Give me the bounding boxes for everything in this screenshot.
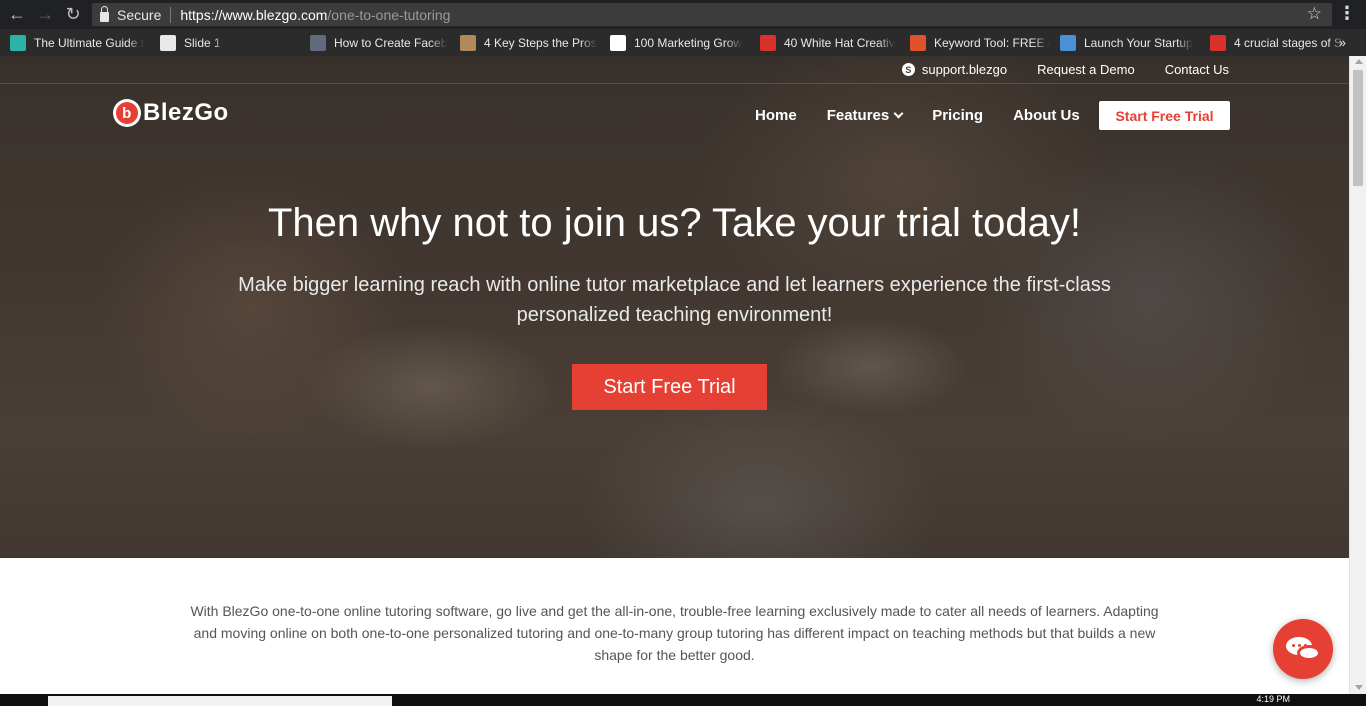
blezgo-logo[interactable]: b BlezGo (113, 99, 229, 127)
nav-features-label: Features (826, 107, 890, 124)
scroll-up-icon[interactable] (1355, 59, 1363, 64)
nav-home[interactable]: Home (755, 107, 797, 124)
back-icon[interactable]: ← (6, 4, 28, 26)
hero-subtitle: Make bigger learning reach with online t… (238, 274, 1111, 326)
bookmark-label: The Ultimate Guide t (34, 35, 145, 50)
bookmark-star-icon[interactable]: ☆ (1307, 4, 1322, 24)
bookmark-item[interactable]: Launch Your Startup (1060, 34, 1200, 51)
bookmark-item[interactable]: 4 crucial stages of St (1210, 34, 1350, 51)
support-skype-link[interactable]: S support.blezgo (901, 62, 1008, 77)
intro-section: With BlezGo one-to-one online tutoring s… (0, 558, 1349, 698)
hero-section: S support.blezgo Request a Demo Contact … (0, 56, 1349, 558)
bookmark-item[interactable]: 100 Marketing Grow (610, 34, 750, 51)
browser-menu-icon[interactable]: ⋮ (1338, 3, 1356, 24)
bookmark-item[interactable]: Slide 1 (160, 34, 300, 51)
address-bar[interactable]: Secure https://www.blezgo.com/one-to-one… (92, 3, 1332, 26)
browser-toolbar: ← → ↻ Secure https://www.blezgo.com/one-… (0, 0, 1366, 29)
nav-pricing[interactable]: Pricing (932, 107, 983, 124)
avatar-icon (460, 34, 476, 51)
request-demo-link[interactable]: Request a Demo (1037, 62, 1135, 77)
bookmark-label: 100 Marketing Grow (634, 35, 743, 50)
infinity-icon (1210, 34, 1226, 51)
bookmark-label: Launch Your Startup (1084, 35, 1193, 50)
bookmark-item[interactable]: How to Create Faceb (310, 34, 450, 51)
scroll-thumb[interactable] (1353, 70, 1363, 186)
chevron-down-icon (893, 108, 904, 119)
bookmark-item[interactable]: The Ultimate Guide t (10, 34, 150, 51)
n-icon (760, 34, 776, 51)
bookmark-item[interactable]: 40 White Hat Creativ (760, 34, 900, 51)
logo-mark-icon: b (113, 99, 141, 127)
bookmarks-overflow-icon[interactable]: » (1339, 35, 1346, 50)
bookmark-item[interactable]: 4 Key Steps the Pros (460, 34, 600, 51)
bookmark-label: 4 crucial stages of St (1234, 35, 1346, 50)
live-chat-button[interactable] (1273, 619, 1333, 679)
chat-bubble-secondary-icon (1297, 645, 1321, 661)
contact-us-link[interactable]: Contact Us (1165, 62, 1229, 77)
address-divider (170, 6, 172, 23)
image-icon (1060, 34, 1076, 51)
bookmark-label: 4 Key Steps the Pros (484, 35, 597, 50)
bookmark-label: Keyword Tool: FREE A (934, 35, 1050, 50)
url-host: https://www.blezgo.com (180, 6, 328, 23)
reload-icon[interactable]: ↻ (62, 4, 84, 26)
skype-icon: S (901, 63, 915, 76)
os-taskbar: 4:19 PM (0, 694, 1366, 706)
lock-icon (100, 5, 109, 22)
stack-icon (10, 34, 26, 51)
chat-dots-icon (1292, 644, 1307, 647)
bookmark-item[interactable]: Keyword Tool: FREE A (910, 34, 1050, 51)
page-scrollbar[interactable] (1349, 56, 1366, 694)
bookmark-label: Slide 1 (184, 35, 221, 50)
secure-label: Secure (117, 6, 162, 23)
forward-icon[interactable]: → (34, 4, 56, 26)
logo-text: BlezGo (143, 99, 229, 126)
document-icon (160, 34, 176, 51)
taskbar-clock: 4:19 PM (1256, 694, 1290, 704)
layers-icon (310, 34, 326, 51)
scroll-down-icon[interactable] (1355, 685, 1363, 690)
panda-icon (610, 34, 626, 51)
nav-start-free-trial-button[interactable]: Start Free Trial (1099, 101, 1230, 130)
main-nav: Home Features Pricing About Us (755, 107, 1110, 124)
nav-about-us[interactable]: About Us (1013, 107, 1080, 124)
intro-paragraph: With BlezGo one-to-one online tutoring s… (190, 603, 1159, 663)
k-icon (910, 34, 926, 51)
taskbar-search-box[interactable] (48, 696, 392, 706)
bookmark-label: 40 White Hat Creativ (784, 35, 895, 50)
url-path: /one-to-one-tutoring (327, 6, 451, 23)
support-label: support.blezgo (921, 62, 1008, 77)
top-utility-bar: S support.blezgo Request a Demo Contact … (0, 56, 1349, 84)
nav-features[interactable]: Features (826, 107, 904, 124)
bookmarks-bar: The Ultimate Guide t Slide 1 How to Create… (0, 29, 1366, 56)
bookmark-label: How to Create Faceb (334, 35, 448, 50)
hero-start-free-trial-button[interactable]: Start Free Trial (572, 364, 767, 410)
hero-title: Then why not to join us? Take your trial… (267, 201, 1082, 245)
